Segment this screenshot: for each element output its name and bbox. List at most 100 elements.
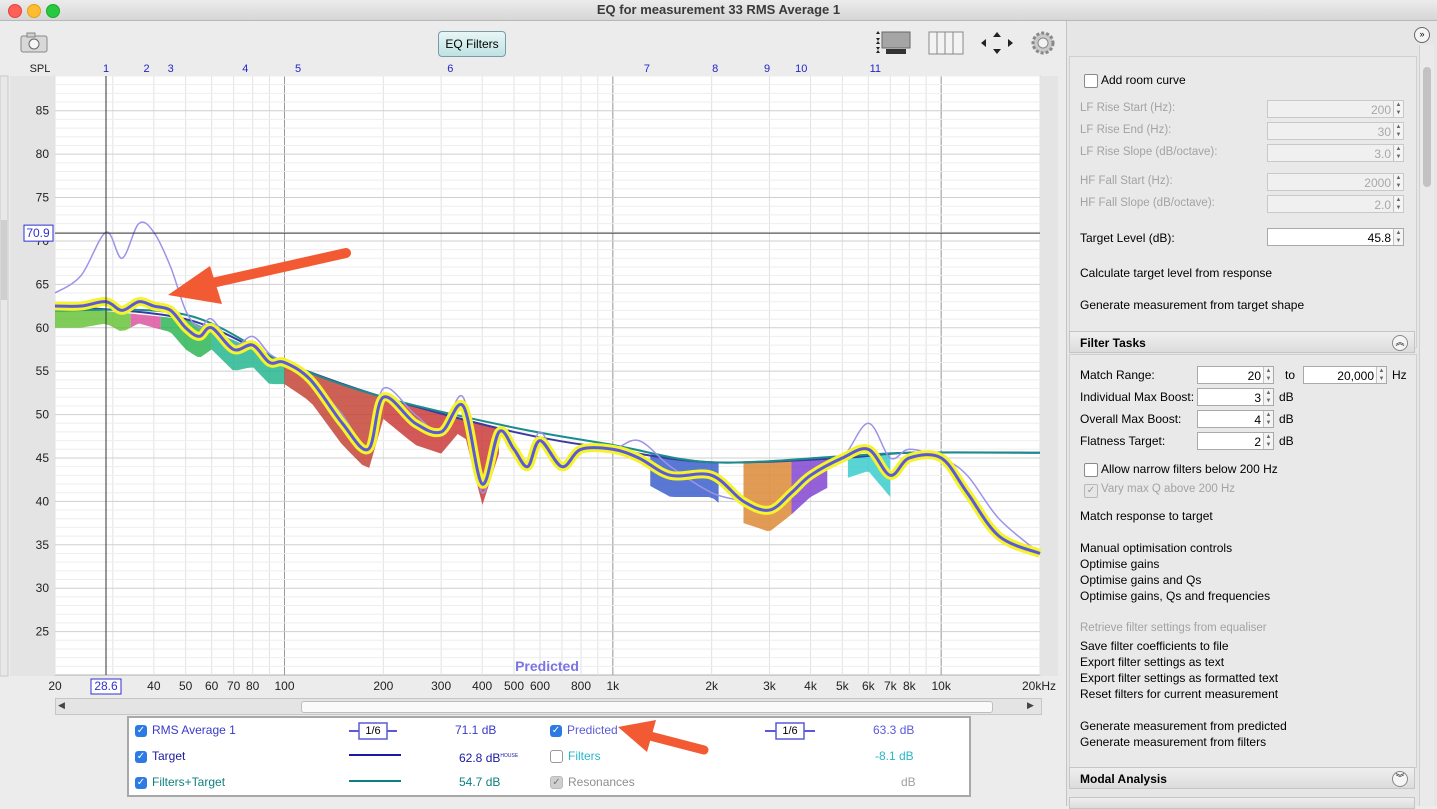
filter-marker-label[interactable]: 8 xyxy=(712,63,718,75)
scroll-thumb[interactable] xyxy=(1423,67,1431,187)
checkbox-checked-icon[interactable]: ✓ xyxy=(135,724,147,737)
x-tick-label: 500 xyxy=(504,679,524,693)
collapse-panel-icon[interactable]: » xyxy=(1414,27,1430,43)
next-section-header[interactable] xyxy=(1069,797,1415,809)
checkbox-unchecked-icon[interactable] xyxy=(550,750,563,764)
spinner-icon[interactable]: ▲ ▼ xyxy=(1393,229,1403,245)
export-text-button[interactable]: Export filter settings as text xyxy=(1080,655,1224,669)
filter-marker-label[interactable]: 11 xyxy=(870,63,881,75)
target-level-field[interactable]: 45.8 ▲ ▼ xyxy=(1267,228,1404,246)
spinner-icon[interactable]: ▲ ▼ xyxy=(1376,367,1386,383)
spinner-icon[interactable]: ▲ ▼ xyxy=(1263,411,1273,427)
export-formatted-button[interactable]: Export filter settings as formatted text xyxy=(1080,671,1278,685)
scroll-right-icon[interactable]: ▶ xyxy=(1027,700,1034,711)
horizontal-scrollbar[interactable] xyxy=(55,698,1042,715)
generate-from-target-button[interactable]: Generate measurement from target shape xyxy=(1080,298,1304,312)
plot-label: Predicted xyxy=(515,658,579,674)
legend-predicted[interactable]: ✓ Predicted xyxy=(550,719,618,741)
filter-marker-label[interactable]: 6 xyxy=(447,63,453,75)
match-range-to-field[interactable]: 20,000 ▲ ▼ xyxy=(1303,366,1387,384)
optimise-gains-qs-freqs-button[interactable]: Optimise gains, Qs and frequencies xyxy=(1080,589,1270,603)
add-room-curve-checkbox[interactable] xyxy=(1084,74,1098,88)
x-tick-label: 6k xyxy=(862,679,876,693)
x-tick-label: 4k xyxy=(804,679,818,693)
x-tick-label: 40 xyxy=(147,679,161,693)
chevron-down-icon[interactable]: ︾ xyxy=(1392,771,1408,787)
gear-icon[interactable] xyxy=(1030,30,1056,56)
individual-max-boost-field[interactable]: 3 ▲ ▼ xyxy=(1197,388,1274,406)
checkbox-checked-icon[interactable]: ✓ xyxy=(550,724,562,737)
filter-marker-label[interactable]: 1 xyxy=(103,63,109,75)
checkbox-checked-icon[interactable]: ✓ xyxy=(135,750,147,763)
spinner-icon: ▲ ▼ xyxy=(1393,123,1403,139)
vertical-scrollbar[interactable] xyxy=(1419,45,1434,806)
calculate-target-level-button[interactable]: Calculate target level from response xyxy=(1080,266,1272,280)
match-response-button[interactable]: Match response to target xyxy=(1080,509,1213,523)
db-label: dB xyxy=(1279,434,1294,448)
y-tick-label: 80 xyxy=(36,147,50,161)
field-value: 4 xyxy=(1254,413,1261,427)
filters-target-line-swatch xyxy=(349,780,401,782)
x-tick-label: 7k xyxy=(884,679,898,693)
graph-layout-icon[interactable] xyxy=(872,30,914,56)
match-range-from-field[interactable]: 20 ▲ ▼ xyxy=(1197,366,1274,384)
field-value: 3.0 xyxy=(1374,147,1391,161)
scroll-thumb[interactable] xyxy=(301,701,993,713)
y-tick-label: 60 xyxy=(36,321,50,335)
add-room-curve-label: Add room curve xyxy=(1101,73,1186,87)
filter-marker-label[interactable]: 10 xyxy=(795,63,807,75)
optimise-gains-button[interactable]: Optimise gains xyxy=(1080,557,1159,571)
filter-marker-label[interactable]: 4 xyxy=(242,63,248,75)
filter-marker-label[interactable]: 9 xyxy=(764,63,770,75)
reset-filters-button[interactable]: Reset filters for current measurement xyxy=(1080,687,1278,701)
spinner-icon: ▲ ▼ xyxy=(1393,101,1403,117)
camera-icon[interactable] xyxy=(18,32,50,54)
legend-value: 54.7 dB xyxy=(459,775,501,789)
spinner-icon[interactable]: ▲ ▼ xyxy=(1263,389,1273,405)
controls-panel: » Add room curve LF Rise Start (Hz): 200… xyxy=(1066,21,1437,809)
optimise-gains-qs-button[interactable]: Optimise gains and Qs xyxy=(1080,573,1201,587)
smoothing-label: 1/6 xyxy=(782,725,798,737)
fit-arrows-icon[interactable] xyxy=(980,31,1014,55)
x-tick-label: 1k xyxy=(606,679,620,693)
overall-max-boost-field[interactable]: 4 ▲ ▼ xyxy=(1197,410,1274,428)
spinner-icon[interactable]: ▲ ▼ xyxy=(1263,367,1273,383)
filter-marker-label[interactable]: 5 xyxy=(295,63,301,75)
generate-from-filters-button[interactable]: Generate measurement from filters xyxy=(1080,735,1266,749)
allow-narrow-filters-checkbox[interactable] xyxy=(1084,463,1098,477)
eq-filters-button[interactable]: EQ Filters xyxy=(438,31,506,57)
filter-marker-label[interactable]: 2 xyxy=(143,63,149,75)
field-value: 3 xyxy=(1254,391,1261,405)
y-tick-label: 75 xyxy=(36,191,50,205)
columns-icon[interactable] xyxy=(928,31,964,55)
filter-marker-label[interactable]: 7 xyxy=(644,63,650,75)
checkbox-checked-icon[interactable]: ✓ xyxy=(135,776,147,789)
legend-filters-target[interactable]: ✓ Filters+Target xyxy=(135,771,225,793)
legend-label: Filters xyxy=(568,749,601,763)
modal-analysis-header[interactable]: Modal Analysis ︾ xyxy=(1069,767,1415,789)
left-vertical-scrollbar[interactable] xyxy=(0,75,9,677)
x-tick-label: 20kHz xyxy=(1022,679,1056,693)
spinner-icon[interactable]: ▲ ▼ xyxy=(1263,433,1273,449)
allow-narrow-filters-label: Allow narrow filters below 200 Hz xyxy=(1101,462,1278,476)
target-line-swatch xyxy=(349,754,401,756)
legend-label: Filters+Target xyxy=(152,775,226,789)
db-label: dB xyxy=(1279,412,1294,426)
scroll-left-icon[interactable]: ◀ xyxy=(58,700,65,711)
generate-from-predicted-button[interactable]: Generate measurement from predicted xyxy=(1080,719,1287,733)
filter-tasks-header[interactable]: Filter Tasks ︽ xyxy=(1069,331,1415,353)
scroll-thumb[interactable] xyxy=(1,220,7,300)
legend-rms-average[interactable]: ✓ RMS Average 1 xyxy=(135,719,236,741)
filter-marker-label[interactable]: 3 xyxy=(168,63,174,75)
hf-fall-start-label: HF Fall Start (Hz): xyxy=(1080,175,1173,187)
flatness-target-field[interactable]: 2 ▲ ▼ xyxy=(1197,432,1274,450)
house-superscript: HOUSE xyxy=(500,753,519,759)
legend-filters[interactable]: Filters xyxy=(550,745,601,767)
save-coefficients-button[interactable]: Save filter coefficients to file xyxy=(1080,639,1229,653)
legend-target[interactable]: ✓ Target xyxy=(135,745,185,767)
y-tick-label: 85 xyxy=(36,104,50,118)
chevron-up-icon[interactable]: ︽ xyxy=(1392,335,1408,351)
y-tick-label: 45 xyxy=(36,451,50,465)
frequency-response-chart[interactable]: 25303540455055606570758085SPL2028.640506… xyxy=(0,60,1065,700)
x-tick-label: 300 xyxy=(431,679,451,693)
